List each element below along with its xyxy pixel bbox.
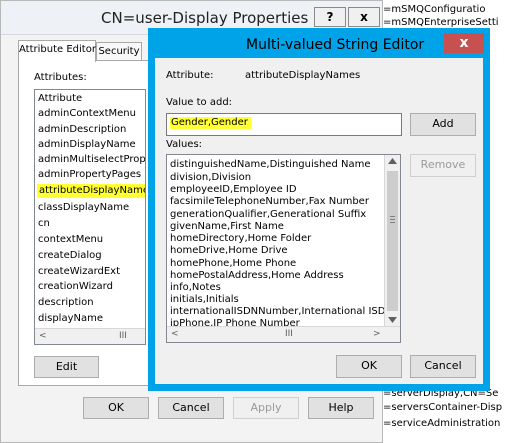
list-item[interactable]: adminContextMenu [38,107,136,121]
tab-attribute-editor[interactable]: Attribute Editor [18,40,96,62]
list-item[interactable]: description [38,296,94,310]
list-item[interactable]: distinguishedName,Distinguished Name [170,158,370,171]
background-list-item: =serviceAdministration [383,418,501,429]
attribute-label: Attribute: [166,70,214,81]
list-item[interactable]: cn [38,217,50,231]
tab-security[interactable]: Security [96,42,142,62]
help-title-button[interactable]: ? [314,7,346,27]
ok-button[interactable]: OK [83,397,149,419]
list-item[interactable]: createDialog [38,249,102,263]
remove-button[interactable]: Remove [410,154,476,177]
scrollbar-thumb-grip[interactable]: III [119,331,127,341]
attribute-name-value: attributeDisplayNames [245,70,361,81]
attributes-listbox[interactable]: Attribute adminContextMenu adminDescript… [34,89,146,345]
scrollbar-thumb[interactable] [387,171,398,311]
close-title-button[interactable]: x [348,7,380,27]
editor-ok-button[interactable]: OK [336,355,402,378]
background-list-item: =mSMQConfiguratio [383,4,486,15]
scrollbar-thumb-grip[interactable]: III [285,329,293,339]
scroll-up-icon[interactable] [388,158,397,164]
value-to-add-input[interactable]: Gender,Gender [166,113,402,136]
edit-button[interactable]: Edit [34,356,99,378]
list-item[interactable]: adminMultiselectProp... [38,153,145,167]
list-item[interactable]: classDisplayName [38,201,129,215]
values-label: Values: [166,139,203,150]
properties-title: CN=user-Display Properties [101,9,309,27]
list-item[interactable]: adminPropertyPages [38,168,141,182]
values-vertical-scrollbar[interactable] [384,155,400,327]
list-item[interactable]: contextMenu [38,233,103,247]
apply-button[interactable]: Apply [233,397,299,419]
help-button[interactable]: Help [308,397,374,419]
list-item[interactable]: creationWizard [38,280,113,294]
list-item[interactable]: createWizardExt [38,265,120,279]
background-list-item: =serversContainer-Disp [383,402,503,413]
attributes-label: Attributes: [34,72,87,83]
add-button[interactable]: Add [410,113,476,136]
attributes-horizontal-scrollbar[interactable]: < III [35,328,145,344]
list-item[interactable]: facsimileTelephoneNumber,Fax Number [170,195,369,208]
scroll-down-icon[interactable] [388,317,397,323]
thumb-grip-line [390,219,395,220]
value-to-add-text[interactable]: Gender,Gender [170,117,251,129]
list-item[interactable]: displayName [38,312,103,326]
editor-cancel-button[interactable]: Cancel [410,355,476,378]
attributes-column-header[interactable]: Attribute [38,92,82,106]
editor-client-area: Attribute: attributeDisplayNames Value t… [155,58,483,384]
thumb-grip-line [390,216,395,217]
editor-title: Multi-valued String Editor [246,37,425,53]
scroll-left-icon[interactable]: < [39,331,47,341]
list-item[interactable]: adminDescription [38,123,126,137]
values-listbox[interactable]: distinguishedName,Distinguished Name div… [166,154,401,343]
close-icon[interactable]: x [444,33,484,53]
multi-valued-string-editor: Multi-valued String Editor x Attribute: … [148,28,490,391]
scroll-left-icon[interactable]: < [171,329,179,339]
cancel-button[interactable]: Cancel [158,397,224,419]
thumb-grip-line [390,222,395,223]
scroll-right-icon[interactable]: > [373,329,381,339]
list-item-selected[interactable]: attributeDisplayNames [37,184,145,198]
value-to-add-label: Value to add: [166,97,233,108]
list-item[interactable]: adminDisplayName [38,138,136,152]
list-item[interactable]: homeDrive,Home Drive [170,244,288,257]
background-list-item: =mSMQEnterpriseSetti [383,17,499,28]
values-horizontal-scrollbar[interactable]: < III > [167,326,400,342]
